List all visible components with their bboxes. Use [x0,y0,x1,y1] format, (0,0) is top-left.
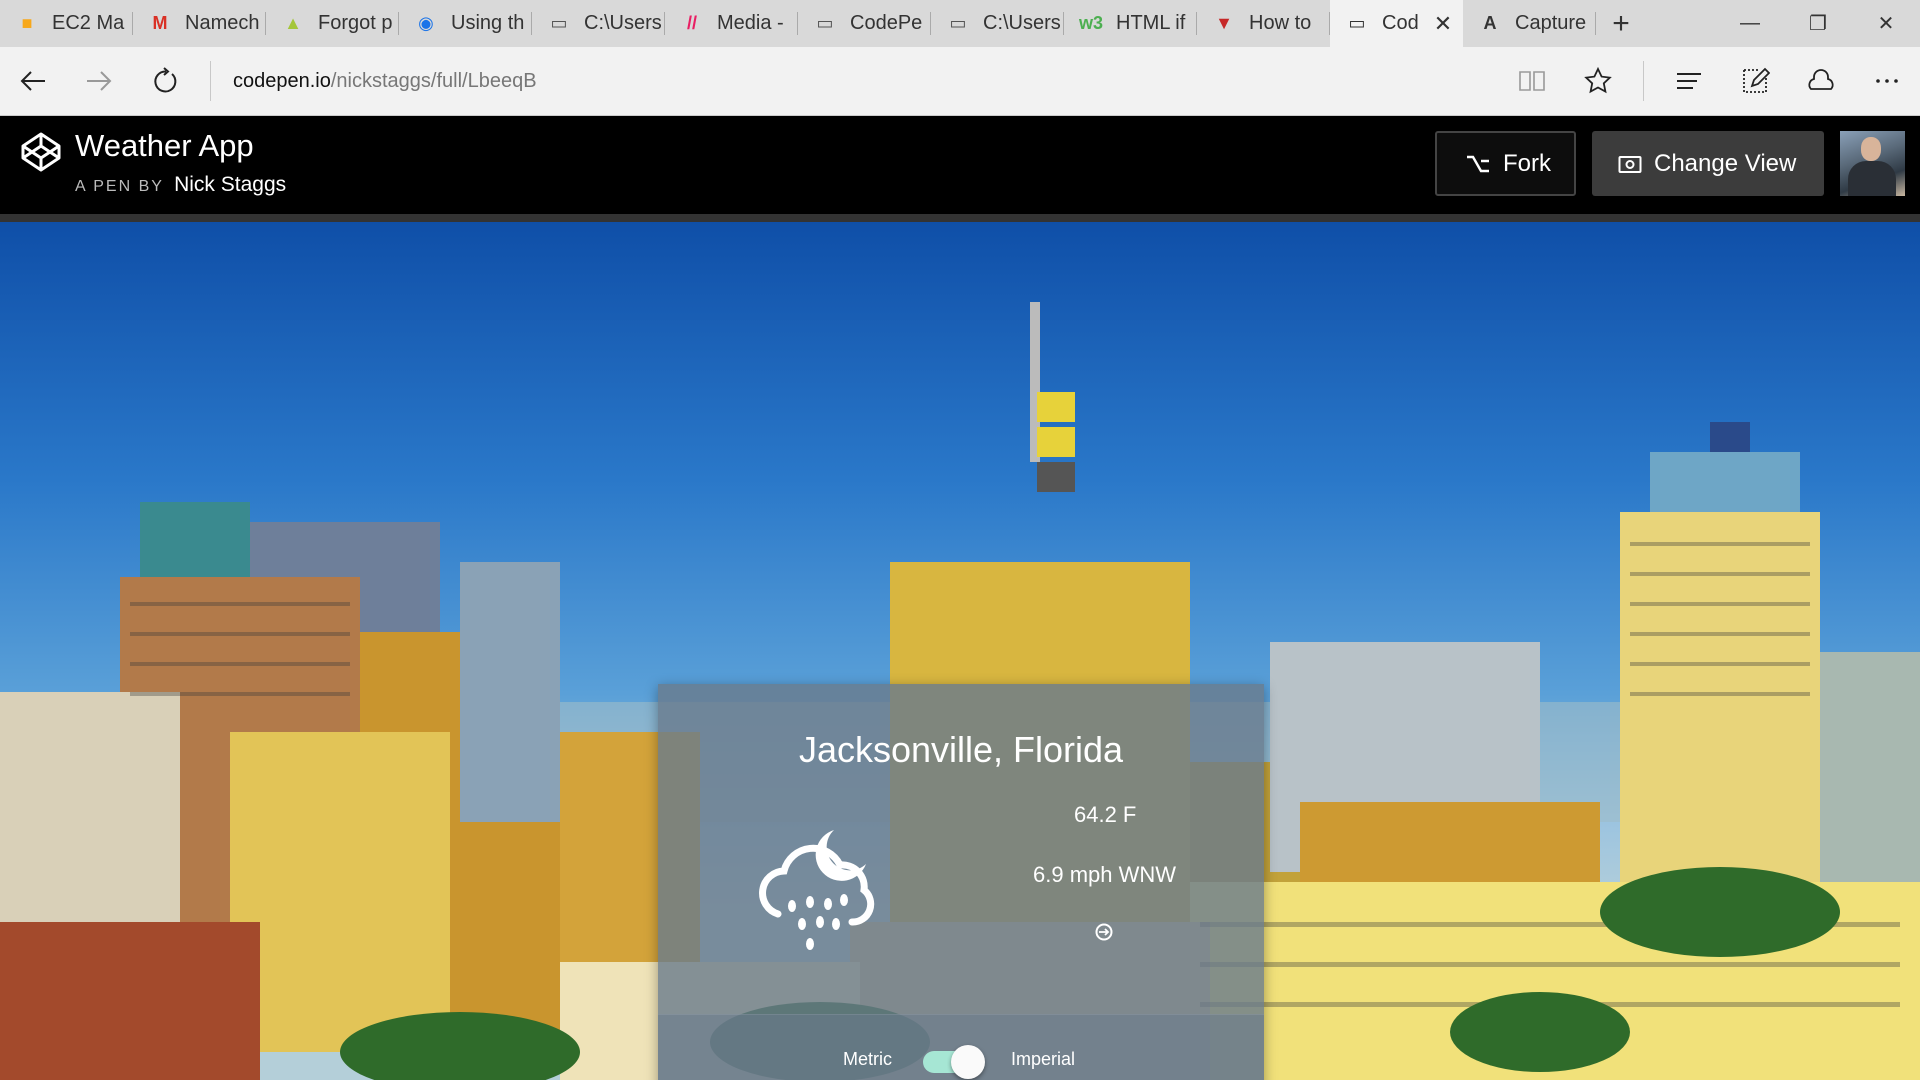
window-controls: — ❐ ✕ [1716,0,1920,47]
forward-arrow-icon [87,71,112,91]
back-arrow-icon [20,71,45,91]
toolbar-separator-2 [1643,61,1644,101]
page-icon: ▭ [949,13,967,33]
reading-view-button[interactable] [1499,47,1565,116]
tab-label: C:\Users [983,12,1061,34]
header-divider [0,214,1920,222]
gmail-icon: M [152,13,168,33]
android-icon: ▲ [284,13,302,33]
page-icon: ▭ [816,13,834,33]
change-view-button[interactable]: Change View [1592,131,1824,196]
url-path: /nickstaggs/full/LbeeqB [330,69,537,92]
avatar-face [1861,137,1881,161]
wind-direction-icon [1095,923,1113,941]
browser-tab[interactable]: M Namech [133,0,266,47]
w3-icon: w3 [1078,13,1103,33]
back-button[interactable] [0,47,66,116]
fork-label: Fork [1503,149,1551,177]
metric-label: Metric [843,1049,892,1069]
new-tab-button[interactable]: + [1596,0,1646,47]
tab-label: Namech [185,12,260,34]
tab-label: Media - [717,12,784,34]
tab-label: How to [1249,12,1312,34]
browser-toolbar: codepen.io/nickstaggs/full/LbeeqB [0,47,1920,116]
ellipsis-icon [1876,79,1898,83]
fork-icon [1467,155,1489,172]
codepen-logo-icon[interactable] [20,131,62,173]
page-icon: ▭ [1348,13,1366,33]
refresh-icon [154,67,177,93]
close-window-button[interactable]: ✕ [1852,0,1920,47]
avatar-body [1848,161,1896,196]
star-icon [1584,66,1612,94]
forward-button[interactable] [66,47,132,116]
tab-label: EC2 Ma [52,12,125,34]
browser-tab[interactable]: ▭ C:\Users [931,0,1064,47]
weather-card: Jacksonville, Florida 64.2 F 6.9 mph WNW… [658,684,1264,1080]
tab-label: Forgot p [318,12,393,34]
address-bar[interactable]: codepen.io/nickstaggs/full/LbeeqB [223,70,1499,93]
browser-tab[interactable]: ▭ CodePe [798,0,931,47]
layout-icon [1618,155,1642,173]
minimize-button[interactable]: — [1716,0,1784,47]
tab-label: Capture [1515,12,1587,34]
refresh-button[interactable] [132,47,198,116]
tab-label: Cod [1382,12,1419,34]
night-rain-icon [759,830,875,950]
more-button[interactable] [1854,47,1920,116]
share-button[interactable] [1788,47,1854,116]
author-link[interactable]: Nick Staggs [174,173,286,196]
restore-button[interactable]: ❐ [1784,0,1852,47]
hub-icon [1677,73,1701,89]
tab-label: Using th [451,12,525,34]
user-avatar[interactable] [1840,131,1905,196]
browser-tab[interactable]: w3 HTML if [1064,0,1197,47]
tab-label: HTML if [1116,12,1186,34]
tab-label: CodePe [850,12,923,34]
share-icon [1808,69,1834,90]
browser-tab-strip: ■ EC2 Ma M Namech ▲ Forgot p ◉ Using th ▭ C:\User… [0,0,1920,47]
imperial-label: Imperial [1011,1049,1076,1069]
browser-tab[interactable]: ▼ How to [1197,0,1330,47]
change-view-label: Change View [1654,149,1797,177]
tab-label: C:\Users [584,12,662,34]
page-icon: ▭ [550,13,568,33]
web-note-button[interactable] [1722,47,1788,116]
browser-tab[interactable]: // Media - [665,0,798,47]
pen-note-icon [1743,67,1770,93]
aws-icon: ■ [21,13,33,33]
byline-prefix: A PEN BY [75,178,164,195]
browser-tab[interactable]: ▲ Forgot p [266,0,399,47]
blue-app-icon: ◉ [418,13,434,33]
wind-text: 6.9 mph WNW [1033,862,1177,887]
letter-a-icon: A [1483,13,1497,33]
close-tab-icon[interactable]: ✕ [1429,11,1457,37]
browser-tab[interactable]: ◉ Using th [399,0,532,47]
toolbar-separator [210,61,211,101]
unit-toggle-bar: Metric Imperial [658,1014,1264,1080]
red-logo-icon: ▼ [1215,13,1233,33]
browser-tab[interactable]: ▭ Cod ✕ [1330,0,1463,47]
codepen-header: Weather App A PEN BY Nick Staggs Fork Ch… [0,116,1920,214]
pen-title: Weather App [75,128,254,163]
toggle-knob[interactable] [951,1045,985,1079]
favorite-button[interactable] [1565,47,1631,116]
browser-tab[interactable]: ▭ C:\Users [532,0,665,47]
hub-button[interactable] [1656,47,1722,116]
unit-toggle-switch[interactable] [923,1045,985,1079]
pen-preview: Jacksonville, Florida 64.2 F 6.9 mph WNW… [0,222,1920,1080]
book-icon [1519,71,1545,91]
temperature-text: 64.2 F [1074,802,1137,827]
location-text: Jacksonville, Florida [798,729,1124,770]
browser-tab[interactable]: ■ EC2 Ma [0,0,133,47]
media-icon: // [686,13,697,33]
url-host: codepen.io [233,69,331,92]
fork-button[interactable]: Fork [1435,131,1576,196]
browser-tab[interactable]: A Capture [1463,0,1596,47]
pen-byline: A PEN BY Nick Staggs [75,173,286,197]
